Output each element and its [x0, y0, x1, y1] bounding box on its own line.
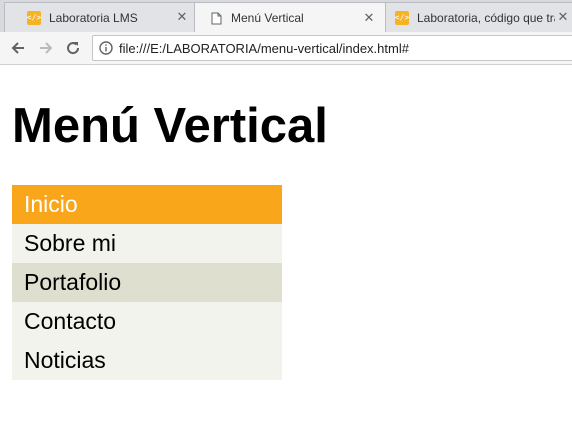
menu-item-portafolio[interactable]: Portafolio [12, 263, 282, 302]
forward-button[interactable] [36, 38, 56, 58]
close-icon[interactable]: ✕ [174, 10, 190, 26]
close-icon[interactable]: ✕ [361, 10, 377, 26]
address-bar[interactable]: file:///E:/LABORATORIA/menu-vertical/ind… [92, 35, 572, 61]
reload-button[interactable] [63, 38, 83, 58]
tab-laboratoria-codigo[interactable]: </> Laboratoria, código que transforma ✕ [380, 2, 572, 32]
menu-item-inicio[interactable]: Inicio [12, 185, 282, 224]
menu-item-noticias[interactable]: Noticias [12, 341, 282, 380]
tab-strip: </> Laboratoria LMS ✕ </> Laboratoria, c… [0, 0, 572, 32]
laboratoria-icon: </> [395, 10, 409, 25]
tab-title: Menú Vertical [231, 11, 304, 25]
page-title: Menú Vertical [12, 99, 328, 153]
url-text: file:///E:/LABORATORIA/menu-vertical/ind… [119, 40, 409, 56]
back-arrow-icon [11, 42, 24, 54]
reload-icon [67, 42, 80, 55]
tab-title: Laboratoria, código que transforma [417, 10, 555, 25]
browser-toolbar: file:///E:/LABORATORIA/menu-vertical/ind… [0, 32, 572, 65]
forward-arrow-icon [40, 42, 53, 54]
laboratoria-icon: </> [27, 10, 41, 25]
info-icon[interactable] [99, 41, 113, 55]
tab-laboratoria-lms[interactable]: </> Laboratoria LMS ✕ [4, 2, 199, 32]
tab-menu-vertical[interactable]: Menú Vertical ✕ [194, 2, 386, 32]
tab-title: Laboratoria LMS [49, 10, 138, 25]
page-icon [209, 11, 223, 25]
menu-item-sobre-mi[interactable]: Sobre mi [12, 224, 282, 263]
menu-item-contacto[interactable]: Contacto [12, 302, 282, 341]
back-button[interactable] [8, 38, 28, 58]
vertical-menu: Inicio Sobre mi Portafolio Contacto Noti… [12, 185, 282, 380]
close-icon[interactable]: ✕ [555, 10, 571, 26]
